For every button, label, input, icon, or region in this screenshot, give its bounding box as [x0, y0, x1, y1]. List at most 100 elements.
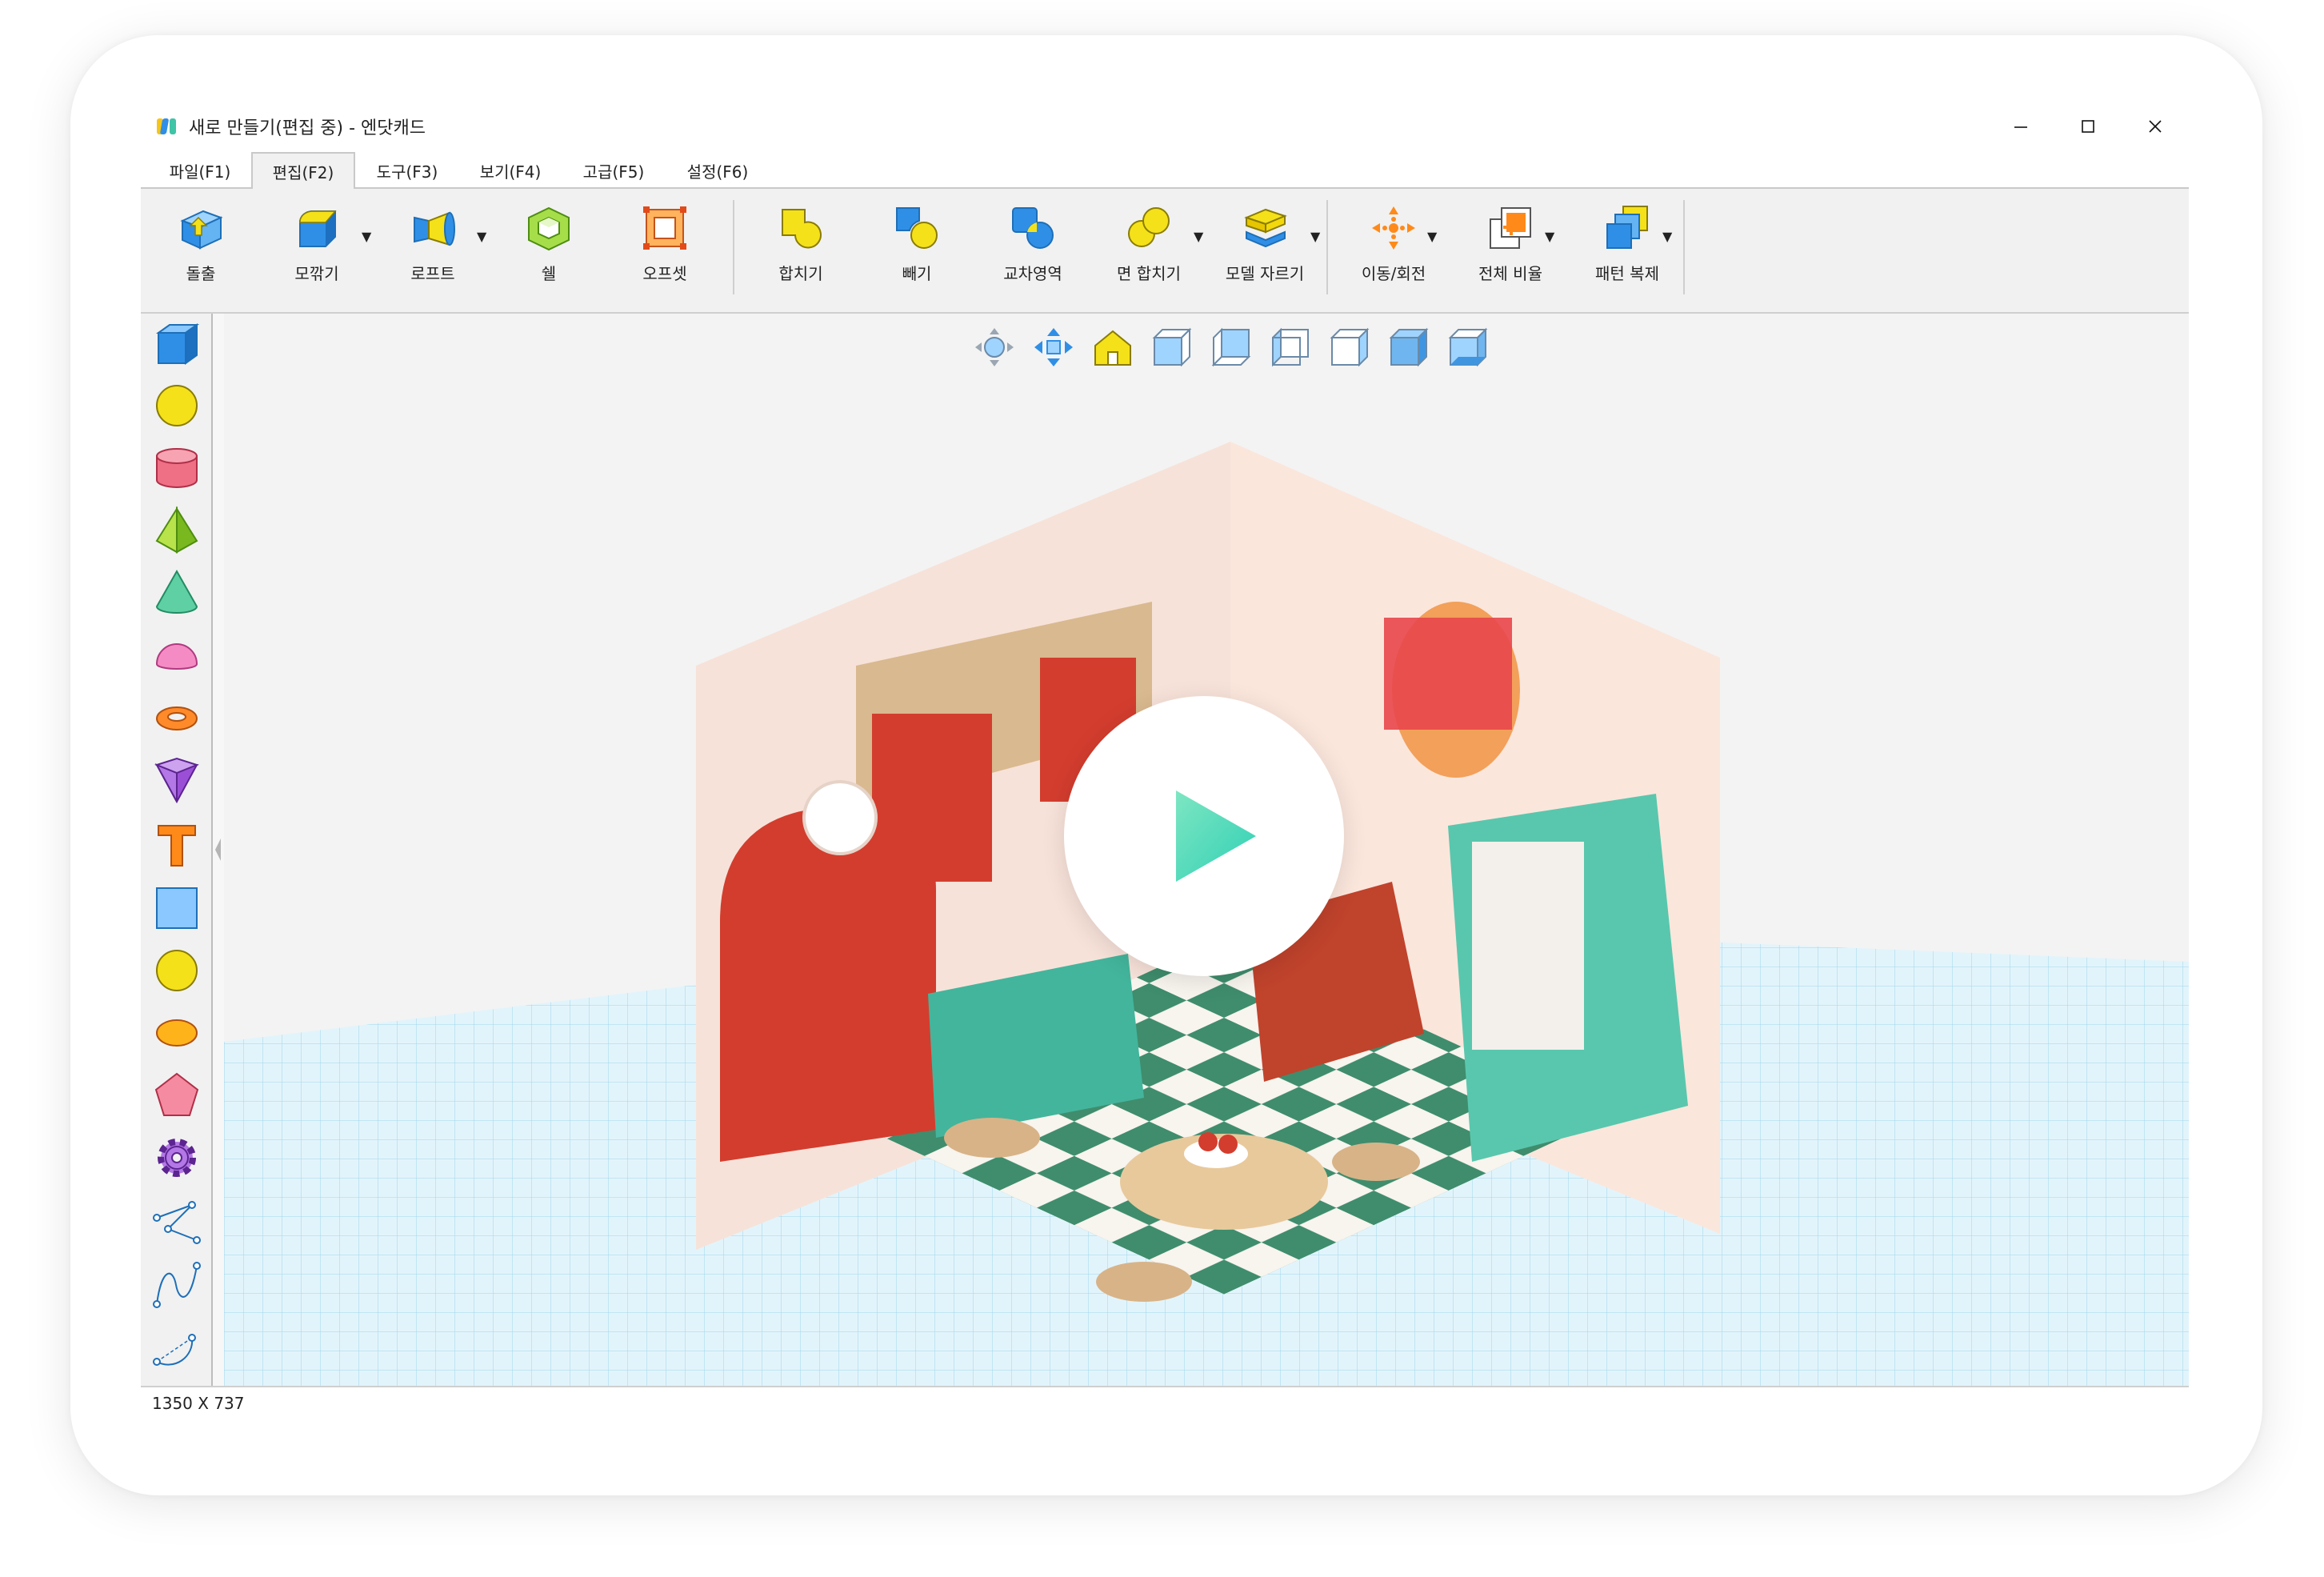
right-view-button[interactable]	[1327, 325, 1372, 370]
text-button[interactable]	[152, 821, 202, 871]
menu-view[interactable]: 보기(F4)	[459, 152, 562, 189]
curve-button[interactable]	[152, 1259, 202, 1309]
polyline-button[interactable]	[152, 1197, 202, 1247]
shell-label: 쉘	[541, 264, 557, 283]
face-union-dropdown-icon[interactable]: ▼	[1194, 229, 1203, 244]
shell-icon	[528, 206, 570, 251]
right-view-icon	[1330, 327, 1370, 367]
union-label: 합치기	[778, 264, 823, 283]
panel-splitter[interactable]	[213, 314, 224, 1386]
model-cut-button[interactable]: 모델 자르기	[1209, 203, 1321, 291]
pattern-copy-icon	[1606, 206, 1648, 249]
loft-label: 로프트	[410, 264, 455, 283]
close-icon	[2149, 120, 2162, 133]
cube-icon	[155, 323, 200, 365]
arc-icon	[153, 1334, 196, 1366]
pyramid-icon	[155, 506, 198, 554]
rectangle-button[interactable]	[152, 883, 202, 933]
menu-advanced[interactable]: 고급(F5)	[562, 152, 666, 189]
cylinder-icon	[156, 448, 198, 488]
cone-icon	[155, 569, 198, 614]
fillet-icon	[299, 210, 337, 247]
extrude-icon	[180, 210, 223, 250]
cylinder-button[interactable]	[152, 443, 202, 493]
play-video-button[interactable]	[1064, 696, 1344, 976]
fillet-dropdown-icon[interactable]: ▼	[362, 229, 371, 244]
collapse-arrow-icon[interactable]	[213, 834, 224, 866]
pentagon-button[interactable]	[152, 1071, 202, 1120]
maximize-icon	[2082, 120, 2094, 133]
top-view-button[interactable]	[1386, 325, 1431, 370]
move-rotate-dropdown-icon[interactable]: ▼	[1427, 229, 1437, 244]
play-icon	[1176, 791, 1256, 882]
pan-button[interactable]	[1031, 325, 1076, 370]
front-view-button[interactable]	[1150, 325, 1194, 370]
fillet-button[interactable]: 모깎기	[261, 203, 373, 291]
wedge-button[interactable]	[152, 755, 202, 805]
arc-button[interactable]	[152, 1322, 202, 1371]
move-rotate-button[interactable]: 이동/회전	[1338, 203, 1450, 291]
orbit-button[interactable]	[972, 325, 1017, 370]
menu-tools[interactable]: 도구(F3)	[355, 152, 459, 189]
menu-edit[interactable]: 편집(F2)	[251, 152, 355, 190]
face-union-label: 면 합치기	[1117, 264, 1181, 283]
extrude-button[interactable]: 돌출	[145, 203, 257, 291]
offset-button[interactable]: 오프셋	[609, 203, 721, 291]
polyline-icon	[153, 1201, 201, 1244]
bottom-view-button[interactable]	[1446, 325, 1490, 370]
pattern-copy-label: 패턴 복제	[1595, 264, 1659, 283]
status-bar: 1350 X 737	[141, 1386, 2189, 1419]
offset-label: 오프셋	[642, 264, 687, 283]
face-union-button[interactable]: 면 합치기	[1093, 203, 1205, 291]
gear-button[interactable]	[152, 1133, 202, 1183]
menu-file[interactable]: 파일(F1)	[149, 152, 251, 189]
minimize-icon	[2014, 126, 2027, 128]
rectangle-icon	[156, 887, 198, 929]
hemisphere-button[interactable]	[152, 630, 202, 680]
menu-bar: 파일(F1) 편집(F2) 도구(F3) 보기(F4) 고급(F5) 설정(F6…	[141, 149, 2189, 190]
cube-button[interactable]	[152, 318, 202, 368]
union-button[interactable]: 합치기	[745, 203, 857, 291]
subtract-label: 빼기	[902, 264, 932, 283]
pyramid-button[interactable]	[152, 506, 202, 555]
subtract-button[interactable]: 빼기	[861, 203, 973, 291]
pattern-copy-button[interactable]: 패턴 복제	[1571, 203, 1683, 291]
left-view-button[interactable]	[1268, 325, 1313, 370]
cone-button[interactable]	[152, 568, 202, 618]
home-view-button[interactable]	[1090, 325, 1135, 370]
circle-icon	[156, 950, 198, 991]
close-button[interactable]	[2122, 107, 2189, 146]
app-logo-icon	[157, 118, 176, 134]
model-cut-dropdown-icon[interactable]: ▼	[1310, 229, 1320, 244]
loft-button[interactable]: 로프트	[377, 203, 489, 291]
scale-button[interactable]: 전체 비율	[1454, 203, 1566, 291]
move-rotate-icon	[1372, 206, 1415, 250]
menu-settings[interactable]: 설정(F6)	[666, 152, 770, 189]
curve-icon	[153, 1262, 201, 1308]
fillet-label: 모깎기	[294, 264, 339, 283]
top-view-icon	[1389, 327, 1429, 367]
sphere-button[interactable]	[152, 381, 202, 430]
text-icon	[158, 825, 196, 867]
title-bar: 새로 만들기(편집 중) - 엔닷캐드	[141, 107, 2189, 146]
minimize-button[interactable]	[1987, 107, 2054, 146]
pentagon-icon	[154, 1072, 199, 1116]
back-view-button[interactable]	[1209, 325, 1254, 370]
scale-dropdown-icon[interactable]: ▼	[1545, 229, 1554, 244]
offset-icon	[643, 206, 686, 250]
torus-button[interactable]	[152, 693, 202, 742]
circle-button[interactable]	[152, 946, 202, 995]
union-icon	[782, 209, 822, 249]
pattern-copy-dropdown-icon[interactable]: ▼	[1662, 229, 1672, 244]
maximize-button[interactable]	[2054, 107, 2122, 146]
sphere-icon	[156, 385, 198, 426]
toolbar-separator	[733, 200, 734, 294]
toolbar-separator	[1683, 200, 1685, 294]
model-cut-icon	[1244, 208, 1287, 248]
intersect-button[interactable]: 교차영역	[977, 203, 1089, 291]
ellipse-button[interactable]	[152, 1008, 202, 1058]
face-union-icon	[1128, 207, 1170, 247]
loft-dropdown-icon[interactable]: ▼	[477, 229, 486, 244]
intersect-label: 교차영역	[1003, 264, 1062, 283]
shell-button[interactable]: 쉘	[493, 203, 605, 291]
